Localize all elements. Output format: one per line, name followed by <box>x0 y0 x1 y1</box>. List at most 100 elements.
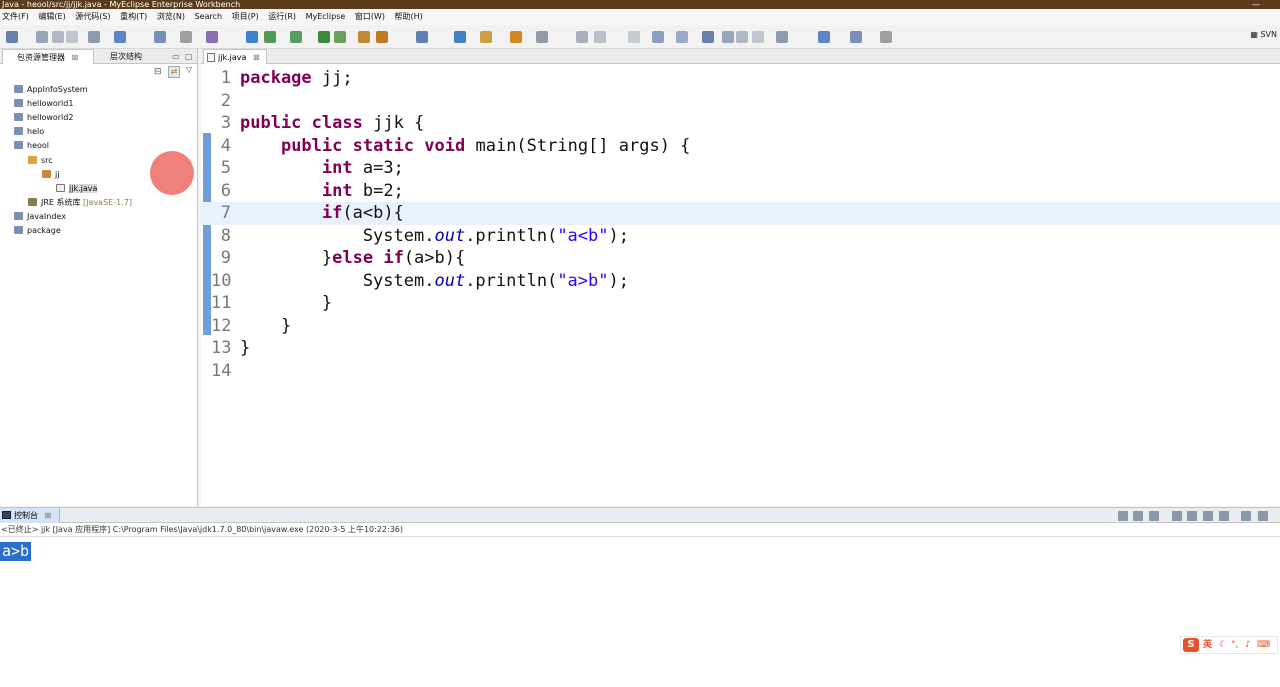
toolbar-button-icon[interactable] <box>628 31 640 43</box>
ime-language-label[interactable]: 英 <box>1203 637 1212 653</box>
toolbar-button-icon[interactable] <box>358 31 370 43</box>
code-line[interactable]: 13} <box>201 337 1280 360</box>
tree-item[interactable]: jjk.java <box>56 182 98 196</box>
tree-item[interactable]: JavaIndex <box>14 210 66 224</box>
menu-project[interactable]: 项目(P) <box>230 9 264 25</box>
code-line[interactable]: 2 <box>201 90 1280 113</box>
code-line[interactable]: 3 public class jjk { <box>201 112 1280 135</box>
toolbar-button-icon[interactable] <box>52 31 64 43</box>
menu-help[interactable]: 帮助(H) <box>393 9 428 25</box>
code-line[interactable]: 12 } <box>201 315 1280 338</box>
console-toolbar-icon[interactable] <box>1258 511 1268 521</box>
collapse-all-icon[interactable]: ⊟ <box>154 67 162 77</box>
code-line[interactable]: 9 }else if(a>b){ <box>201 247 1280 270</box>
svn-perspective-button[interactable]: ▦ SVN <box>1250 30 1277 39</box>
close-icon[interactable]: ⊠ <box>45 511 52 520</box>
tree-item[interactable]: package <box>14 224 61 238</box>
toolbar-button-icon[interactable] <box>510 31 522 43</box>
toolbar-button-icon[interactable] <box>318 31 330 43</box>
toolbar-button-icon[interactable] <box>36 31 48 43</box>
toolbar-button-icon[interactable] <box>264 31 276 43</box>
toolbar-button-icon[interactable] <box>576 31 588 43</box>
console-output-text[interactable]: a>b <box>0 542 32 561</box>
microphone-icon[interactable]: ♪ <box>1245 637 1251 653</box>
tree-item[interactable]: helo <box>14 125 44 139</box>
toolbar-button-icon[interactable] <box>480 31 492 43</box>
maximize-icon[interactable]: ▢ <box>185 49 193 64</box>
toolbar-button-icon[interactable] <box>290 31 302 43</box>
menu-search[interactable]: Search <box>193 9 227 25</box>
toolbar-button-icon[interactable] <box>416 31 428 43</box>
code-editor[interactable]: 1 package jj; 2 3 public class jjk {4 public… <box>201 65 1280 506</box>
code-line[interactable]: 8 System.out.println("a<b"); <box>201 225 1280 248</box>
toolbar-button-icon[interactable] <box>752 31 764 43</box>
minimize-icon[interactable]: — <box>1252 0 1260 9</box>
toolbar-button-icon[interactable] <box>88 31 100 43</box>
console-toolbar-icon[interactable] <box>1187 511 1197 521</box>
close-icon[interactable]: ⊠ <box>253 53 260 62</box>
menu-navigate[interactable]: 浏览(N) <box>155 9 190 25</box>
menu-edit[interactable]: 编辑(E) <box>36 9 70 25</box>
toolbar-button-icon[interactable] <box>376 31 388 43</box>
toolbar-button-icon[interactable] <box>652 31 664 43</box>
toolbar-button-icon[interactable] <box>206 31 218 43</box>
tree-item[interactable]: JRE 系统库 [JavaSE-1.7] <box>28 196 132 210</box>
console-output-area[interactable] <box>0 538 1280 687</box>
toolbar-button-icon[interactable] <box>246 31 258 43</box>
tree-item[interactable]: jj <box>42 168 59 182</box>
toolbar-button-icon[interactable] <box>6 31 18 43</box>
toolbar-button-icon[interactable] <box>776 31 788 43</box>
toolbar-button-icon[interactable] <box>594 31 606 43</box>
tree-item[interactable]: AppInfoSystem <box>14 83 88 97</box>
console-toolbar-icon[interactable] <box>1219 511 1229 521</box>
menu-refactor[interactable]: 重构(T) <box>118 9 152 25</box>
toolbar-button-icon[interactable] <box>536 31 548 43</box>
code-line[interactable]: 11 } <box>201 292 1280 315</box>
console-toolbar-icon[interactable] <box>1241 511 1251 521</box>
code-line[interactable]: 14 <box>201 360 1280 383</box>
toolbar-button-icon[interactable] <box>722 31 734 43</box>
tab-jjk-java[interactable]: jjk.java ⊠ <box>203 49 267 64</box>
menu-source[interactable]: 源代码(S) <box>73 9 115 25</box>
code-line[interactable]: 7 if(a<b){ <box>201 202 1280 225</box>
view-menu-icon[interactable]: ▽ <box>186 65 192 74</box>
toolbar-button-icon[interactable] <box>676 31 688 43</box>
tree-item[interactable]: heool <box>14 139 49 153</box>
toolbar-button-icon[interactable] <box>702 31 714 43</box>
keyboard-icon[interactable]: ⌨ <box>1257 637 1270 653</box>
tree-item[interactable]: src <box>28 154 53 168</box>
toolbar-button-icon[interactable] <box>66 31 78 43</box>
toolbar-button-icon[interactable] <box>850 31 862 43</box>
minimize-icon[interactable]: ▭ <box>172 49 180 64</box>
menu-window[interactable]: 窗口(W) <box>353 9 390 25</box>
toolbar-button-icon[interactable] <box>334 31 346 43</box>
toolbar-button-icon[interactable] <box>154 31 166 43</box>
toolbar-button-icon[interactable] <box>454 31 466 43</box>
ime-status-bar[interactable]: S 英 ☾ °, ♪ ⌨ <box>1180 636 1278 654</box>
toolbar-button-icon[interactable] <box>880 31 892 43</box>
toolbar-button-icon[interactable] <box>818 31 830 43</box>
tab-console[interactable]: 控制台 ⊠ <box>0 508 61 523</box>
code-line[interactable]: 6 int b=2; <box>201 180 1280 203</box>
close-icon[interactable]: ⊠ <box>72 53 79 62</box>
moon-icon[interactable]: ☾ <box>1219 637 1227 653</box>
toolbar-button-icon[interactable] <box>180 31 192 43</box>
toolbar-button-icon[interactable] <box>114 31 126 43</box>
code-line[interactable]: 1 package jj; <box>201 67 1280 90</box>
toolbar-button-icon[interactable] <box>736 31 748 43</box>
console-toolbar-icon[interactable] <box>1172 511 1182 521</box>
menu-myeclipse[interactable]: MyEclipse <box>304 9 351 25</box>
link-with-editor-icon[interactable]: ⇄ <box>168 66 180 78</box>
menu-file[interactable]: 文件(F) <box>0 9 34 25</box>
punctuation-icon[interactable]: °, <box>1231 637 1238 653</box>
console-toolbar-icon[interactable] <box>1149 511 1159 521</box>
console-toolbar-icon[interactable] <box>1203 511 1213 521</box>
tab-package-explorer[interactable]: 包资源管理器 ⊠ <box>2 49 94 64</box>
console-toolbar-icon[interactable] <box>1118 511 1128 521</box>
tab-hierarchy[interactable]: 层次结构 <box>96 49 156 64</box>
menu-run[interactable]: 运行(R) <box>266 9 301 25</box>
code-line[interactable]: 5 int a=3; <box>201 157 1280 180</box>
console-toolbar-icon[interactable] <box>1133 511 1143 521</box>
tree-item[interactable]: helloworld1 <box>14 97 73 111</box>
tree-item[interactable]: helloworld2 <box>14 111 73 125</box>
